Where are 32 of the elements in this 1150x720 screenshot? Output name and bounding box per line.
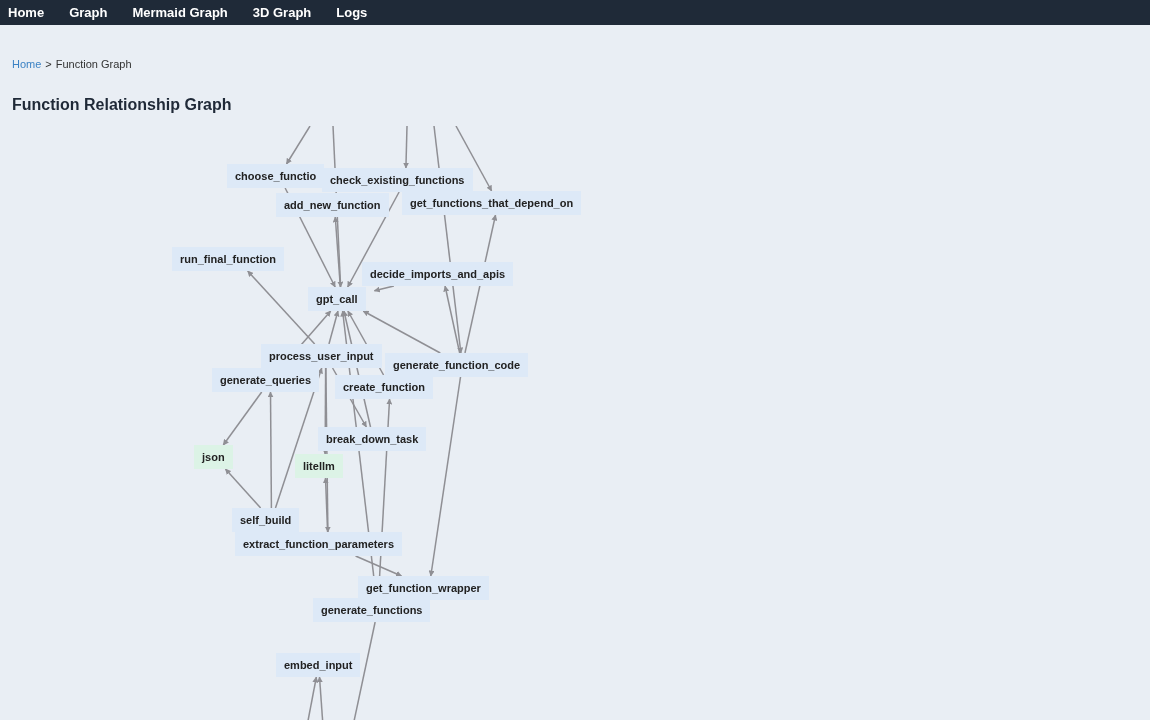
graph-node[interactable]: embed_input	[276, 653, 361, 677]
graph-node[interactable]: create_function	[335, 375, 433, 399]
graph-node[interactable]: gpt_call	[308, 287, 366, 311]
graph-node[interactable]: process_user_input	[261, 344, 382, 368]
nav-link[interactable]: 3D Graph	[252, 2, 312, 23]
graph-node[interactable]: litellm	[295, 454, 343, 478]
graph-node[interactable]: get_function_wrapper	[358, 576, 489, 600]
graph-node[interactable]: check_existing_functions	[322, 168, 473, 192]
edge-arrow	[224, 468, 262, 509]
edge-arrow	[403, 126, 410, 169]
graph-node[interactable]: generate_functions	[313, 598, 431, 622]
graph-node[interactable]: choose_functio	[227, 164, 325, 188]
nav-link[interactable]: Home	[8, 2, 45, 23]
graph-node[interactable]: json	[194, 445, 233, 469]
graph-node[interactable]: break_down_task	[318, 427, 427, 451]
graph-node[interactable]: extract_function_parameters	[235, 532, 402, 556]
graph-node[interactable]: get_functions_that_depend_on	[402, 191, 582, 215]
nav-link[interactable]: Graph	[69, 2, 108, 23]
graph-node[interactable]: run_final_function	[172, 247, 284, 271]
nav-link[interactable]: Mermaid Graph	[132, 2, 228, 23]
page-title: Function Relationship Graph	[12, 95, 232, 115]
edge-arrow	[285, 126, 311, 165]
nav-link[interactable]: Logs	[336, 2, 368, 23]
graph-node[interactable]: generate_queries	[212, 368, 320, 392]
graph-node[interactable]: generate_function_code	[385, 353, 529, 377]
breadcrumb-separator: >	[45, 57, 52, 73]
graph-node[interactable]: add_new_function	[276, 193, 389, 217]
breadcrumb-link[interactable]: Home	[12, 56, 42, 73]
breadcrumb-current: Function Graph	[55, 57, 132, 73]
graph-node[interactable]: self_build	[232, 508, 300, 532]
graph-node[interactable]: decide_imports_and_apis	[362, 262, 514, 286]
edge-arrow	[222, 391, 263, 446]
